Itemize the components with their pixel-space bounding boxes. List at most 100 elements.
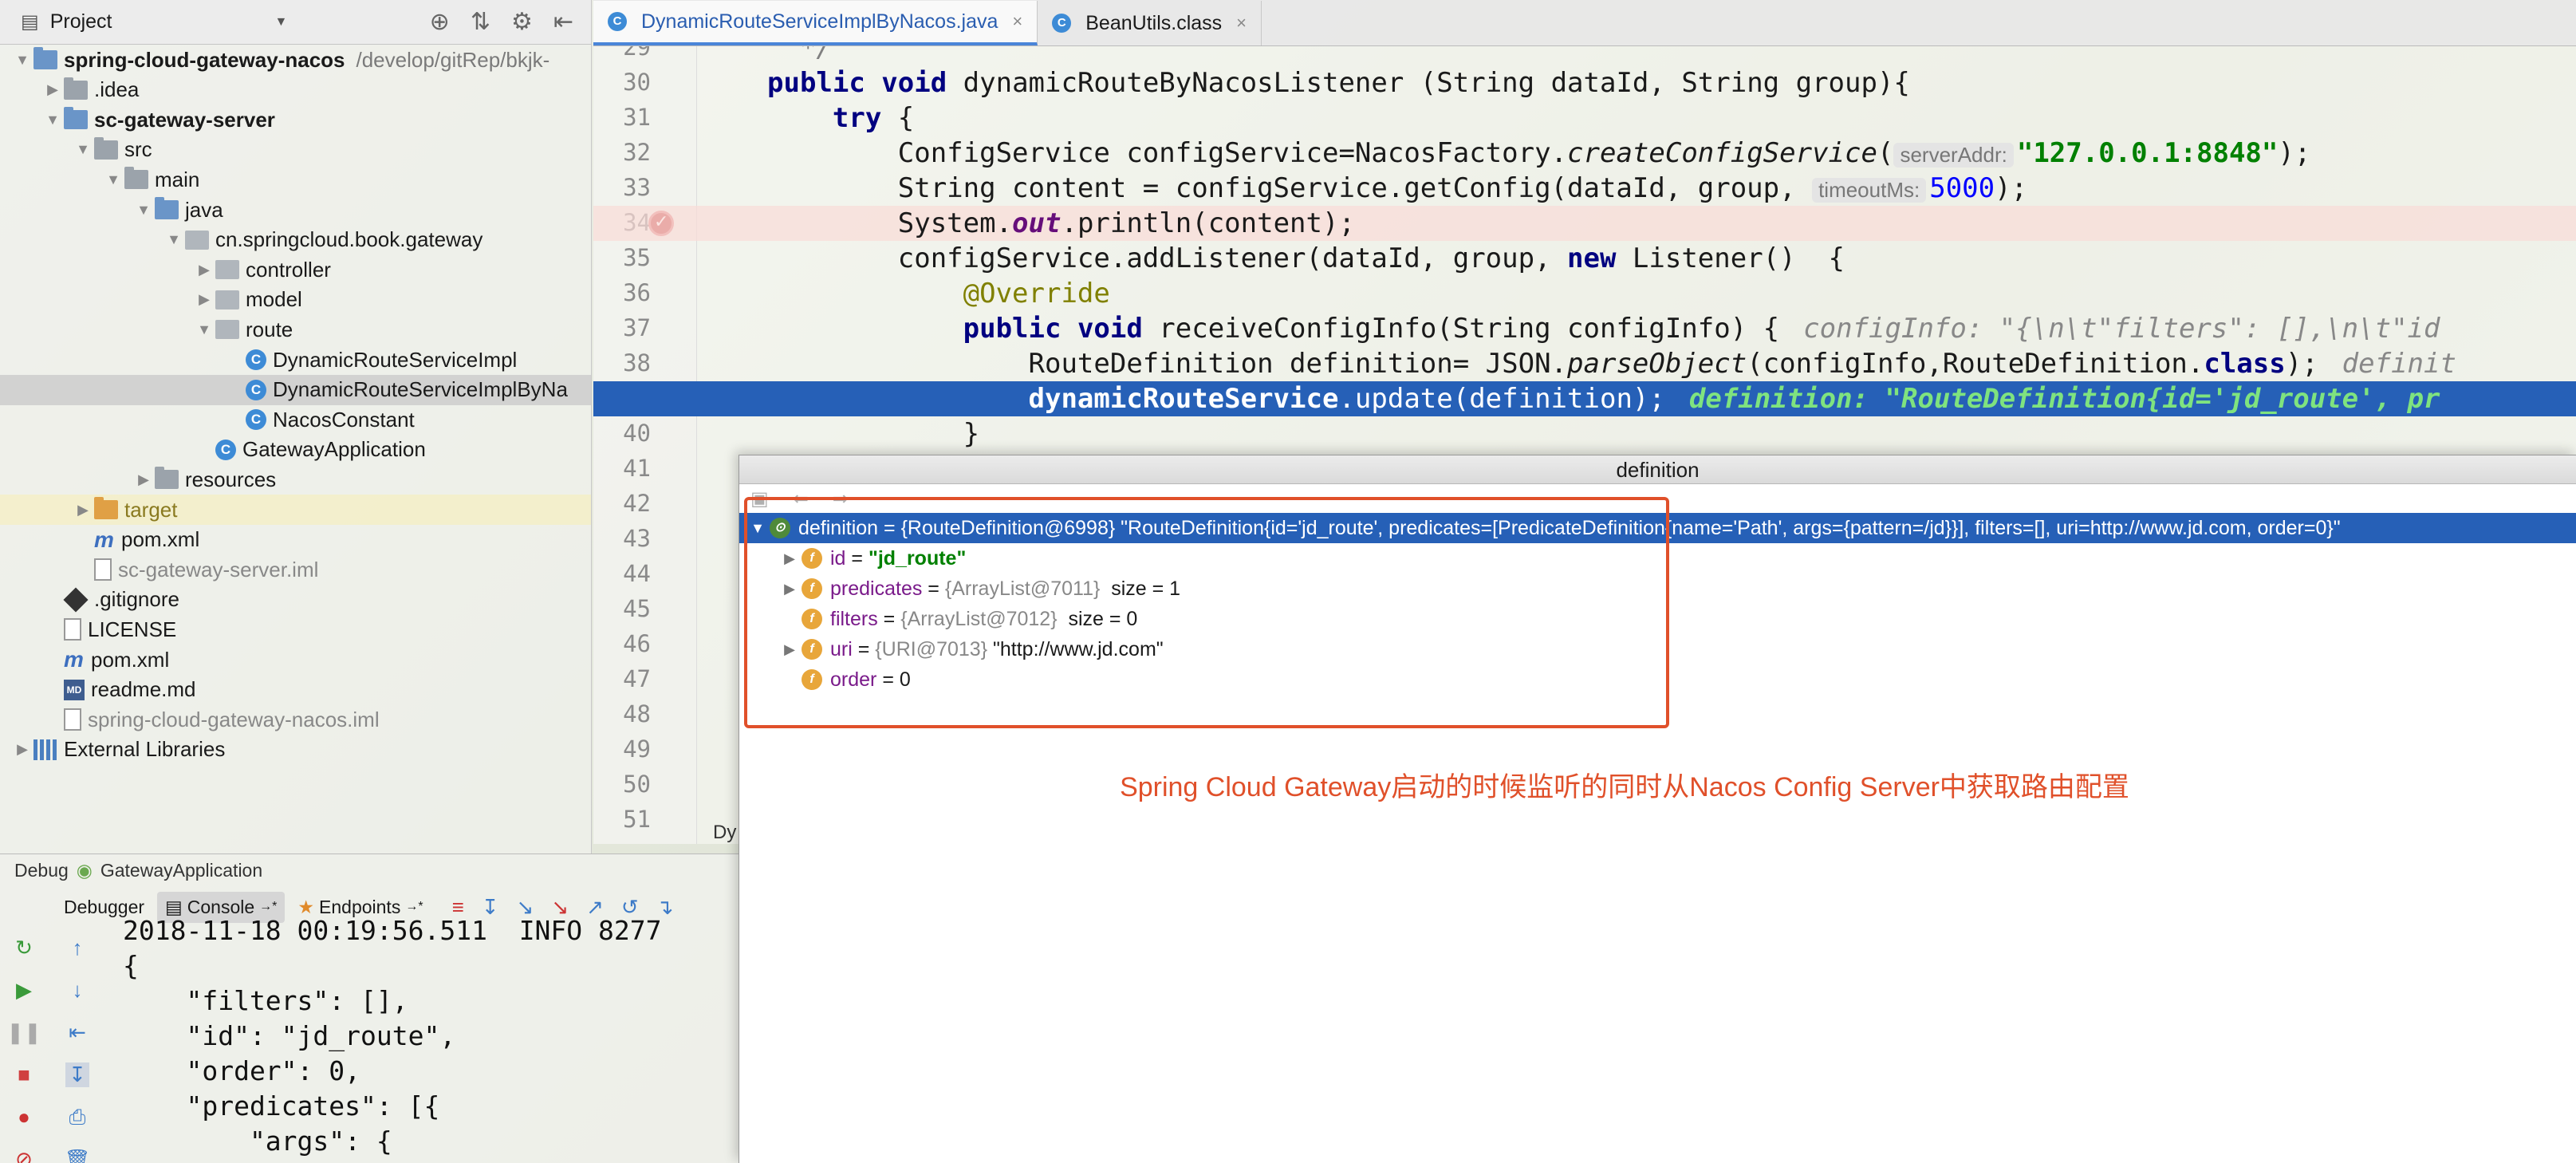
pause-icon[interactable]: ❚❚ bbox=[6, 1020, 41, 1045]
up-arrow-icon[interactable]: ↑ bbox=[73, 936, 83, 960]
mute-breakpoints-icon[interactable]: ⊘ bbox=[15, 1147, 33, 1163]
tree-item[interactable]: ▼ main bbox=[0, 164, 591, 195]
tree-item[interactable]: ▶ External Libraries bbox=[0, 735, 591, 765]
tree-item[interactable]: sc-gateway-server.iml bbox=[0, 554, 591, 585]
project-view-icon[interactable]: ▤ bbox=[21, 10, 39, 34]
popup-toolbar: ▣ ⇐ ⇒ bbox=[739, 484, 2576, 513]
tree-item[interactable]: ▶ .idea bbox=[0, 75, 591, 105]
tree-item[interactable]: C GatewayApplication bbox=[0, 435, 591, 465]
resume-icon[interactable]: ▶ bbox=[16, 978, 32, 1003]
expanded-arrow-icon[interactable]: ▼ bbox=[193, 321, 215, 338]
tree-item[interactable]: LICENSE bbox=[0, 614, 591, 645]
code-line[interactable]: try { bbox=[593, 101, 2576, 136]
code-line[interactable]: String content = configService.getConfig… bbox=[593, 171, 2576, 206]
collapsed-arrow-icon[interactable]: ▶ bbox=[193, 262, 215, 278]
editor-tab[interactable]: C DynamicRouteServiceImplByNacos.java × bbox=[593, 1, 1038, 45]
tree-item[interactable]: ▼ route bbox=[0, 314, 591, 345]
expand-arrow-icon[interactable]: ▼ bbox=[746, 520, 770, 537]
view-breakpoints-icon[interactable]: ● bbox=[18, 1105, 30, 1129]
code-text: public void receiveConfigInfo(String con… bbox=[767, 313, 2440, 345]
code-token: "127.0.0.1:8848" bbox=[2016, 137, 2279, 169]
variable-row[interactable]: ▼ ⊙ definition = {RouteDefinition@6998} "R… bbox=[739, 513, 2576, 543]
expanded-arrow-icon[interactable]: ▼ bbox=[163, 231, 185, 248]
run-config-name[interactable]: GatewayApplication bbox=[100, 860, 262, 881]
expanded-arrow-icon[interactable]: ▼ bbox=[41, 112, 64, 128]
console-output[interactable]: 2018-11-18 00:19:56.511 INFO 8277 { "filt… bbox=[123, 915, 742, 1163]
stop-icon[interactable]: ■ bbox=[18, 1062, 30, 1087]
tree-item[interactable]: m pom.xml bbox=[0, 525, 591, 555]
tree-item[interactable]: ▶ target bbox=[0, 495, 591, 525]
variable-row[interactable]: ▶ f predicates = {ArrayList@7011} size = 1 bbox=[739, 574, 2576, 604]
tree-item[interactable]: ▼ spring-cloud-gateway-nacos/develop/gitR… bbox=[0, 45, 591, 75]
collapse-all-icon[interactable]: ⇅ bbox=[471, 8, 490, 36]
forward-arrow-icon[interactable]: ⇒ bbox=[833, 487, 849, 511]
tree-item[interactable]: ▶ controller bbox=[0, 254, 591, 285]
expand-arrow-icon[interactable]: ▶ bbox=[778, 641, 802, 658]
variable-type: {ArrayList@7011} bbox=[944, 577, 1101, 600]
tree-item[interactable]: ▼ java bbox=[0, 195, 591, 225]
print-icon[interactable]: ⎙ bbox=[69, 1105, 86, 1130]
chevron-down-icon[interactable]: ▼ bbox=[275, 15, 288, 30]
tree-item[interactable]: MD readme.md bbox=[0, 675, 591, 705]
expanded-arrow-icon[interactable]: ▼ bbox=[72, 141, 94, 158]
code-line[interactable]: configService.addListener(dataId, group,… bbox=[593, 241, 2576, 276]
code-line[interactable]: System.out.println(content); bbox=[593, 206, 2576, 241]
expanded-arrow-icon[interactable]: ▼ bbox=[132, 202, 155, 219]
variable-name: uri bbox=[830, 637, 853, 660]
variable-row[interactable]: f filters = {ArrayList@7012} size = 0 bbox=[739, 604, 2576, 634]
code-line[interactable]: public void receiveConfigInfo(String con… bbox=[593, 311, 2576, 346]
expanded-arrow-icon[interactable]: ▼ bbox=[11, 52, 33, 69]
hide-panel-icon[interactable]: ⇤ bbox=[553, 8, 573, 36]
tree-item[interactable]: ▼ cn.springcloud.book.gateway bbox=[0, 225, 591, 255]
variable-type: {URI@7013} bbox=[875, 637, 988, 660]
project-panel-title[interactable]: Project bbox=[50, 10, 112, 34]
collapsed-arrow-icon[interactable]: ▶ bbox=[41, 81, 64, 98]
tree-item[interactable]: C NacosConstant bbox=[0, 404, 591, 435]
tree-item[interactable]: .gitignore bbox=[0, 585, 591, 615]
clear-icon[interactable]: 🗑 bbox=[64, 1148, 90, 1163]
tree-item[interactable]: ▼ sc-gateway-server bbox=[0, 104, 591, 135]
evaluate-popup[interactable]: definition ▣ ⇐ ⇒ ▼ ⊙ definition = {RouteDe… bbox=[739, 455, 2576, 1163]
code-token: createConfigService bbox=[1567, 137, 1877, 169]
down-arrow-icon[interactable]: ↓ bbox=[73, 978, 83, 1003]
collapsed-arrow-icon[interactable]: ▶ bbox=[193, 291, 215, 308]
locate-icon[interactable]: ⊕ bbox=[430, 8, 450, 36]
code-line[interactable]: RouteDefinition definition= JSON.parseOb… bbox=[593, 346, 2576, 381]
tree-item[interactable]: C DynamicRouteServiceImpl bbox=[0, 345, 591, 375]
tree-item[interactable]: ▶ model bbox=[0, 285, 591, 315]
code-line[interactable]: @Override bbox=[593, 276, 2576, 311]
back-arrow-icon[interactable]: ⇐ bbox=[793, 487, 809, 511]
soft-wrap-icon[interactable]: ⇤ bbox=[69, 1020, 86, 1045]
gear-icon[interactable]: ⚙ bbox=[511, 8, 533, 36]
expanded-arrow-icon[interactable]: ▼ bbox=[102, 171, 124, 188]
code-line[interactable]: dynamicRouteService.update(definition); d… bbox=[593, 381, 2576, 416]
file-icon bbox=[64, 708, 81, 731]
scroll-to-end-icon[interactable]: ↧ bbox=[65, 1062, 89, 1087]
editor-tab[interactable]: C BeanUtils.class × bbox=[1038, 1, 1262, 45]
tree-item[interactable]: spring-cloud-gateway-nacos.iml bbox=[0, 704, 591, 735]
code-line[interactable]: public void dynamicRouteByNacosListener … bbox=[593, 65, 2576, 101]
variable-value: 0 bbox=[899, 668, 911, 691]
collapsed-arrow-icon[interactable]: ▶ bbox=[132, 471, 155, 488]
variable-row[interactable]: ▶ f id = "jd_route" bbox=[739, 543, 2576, 574]
close-icon[interactable]: × bbox=[1012, 11, 1022, 32]
variable-name: order bbox=[830, 668, 877, 691]
code-line[interactable]: ConfigService configService=NacosFactory… bbox=[593, 136, 2576, 171]
close-icon[interactable]: × bbox=[1236, 13, 1247, 34]
code-line[interactable]: */ bbox=[593, 46, 2576, 65]
variable-row[interactable]: f order = 0 bbox=[739, 664, 2576, 695]
watch-icon[interactable]: ▣ bbox=[750, 487, 769, 511]
tree-item[interactable]: m pom.xml bbox=[0, 645, 591, 675]
tree-item[interactable]: ▶ resources bbox=[0, 464, 591, 495]
tree-item[interactable]: ▼ src bbox=[0, 135, 591, 165]
collapsed-arrow-icon[interactable]: ▶ bbox=[72, 502, 94, 518]
variable-name: id bbox=[830, 546, 846, 570]
excluded-folder-icon bbox=[94, 497, 118, 519]
expand-arrow-icon[interactable]: ▶ bbox=[778, 550, 802, 567]
tree-item[interactable]: C DynamicRouteServiceImplByNa bbox=[0, 374, 591, 405]
rerun-icon[interactable]: ↻ bbox=[15, 936, 33, 960]
variable-row[interactable]: ▶ f uri = {URI@7013} "http://www.jd.com" bbox=[739, 634, 2576, 664]
expand-arrow-icon[interactable]: ▶ bbox=[778, 581, 802, 597]
collapsed-arrow-icon[interactable]: ▶ bbox=[11, 741, 33, 758]
code-line[interactable]: } bbox=[593, 416, 2576, 451]
